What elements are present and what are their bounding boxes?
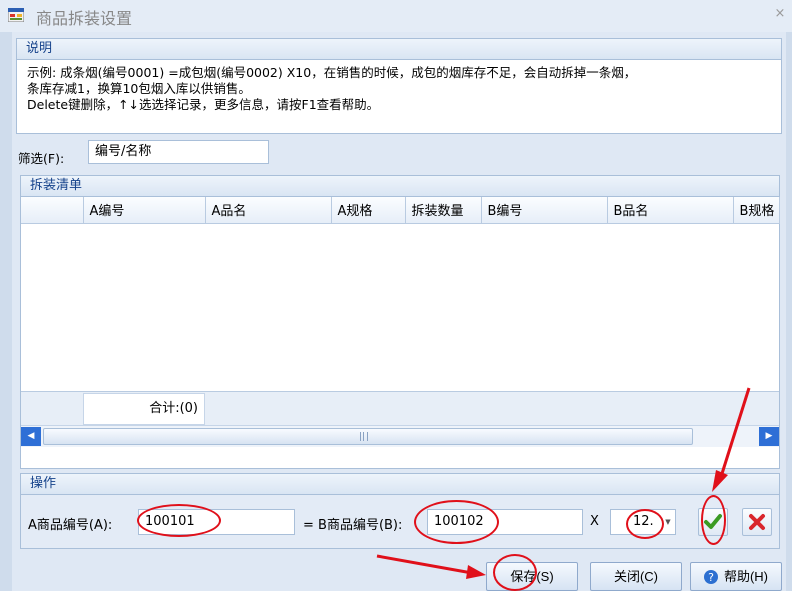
a-item-code-label: A商品编号(A): [28,518,113,533]
app-window-icon [8,8,24,22]
dialog-client-area: 说明 示例: 成条烟(编号0001) =成包烟(编号0002) X10，在销售的… [12,32,786,591]
scroll-left-icon[interactable]: ◀ [21,427,41,446]
window-title: 商品拆装设置 [36,9,133,28]
save-button[interactable]: 保存(S) [486,562,578,591]
quantity-value: 12. [633,514,654,529]
quantity-combobox[interactable]: 12. ▼ [610,509,676,535]
description-header: 说明 [17,39,781,60]
scroll-thumb[interactable] [43,428,693,445]
svg-text:?: ? [708,571,714,584]
summary-count: 合计:(0) [83,393,205,425]
list-panel: 拆装清单 A编号 A品名 A规格 拆装数量 B编号 B品名 B规格 合计:(0)… [20,175,780,469]
column-header-indicator[interactable] [21,197,84,224]
operation-header: 操作 [21,474,779,495]
multiply-label: X [590,514,599,529]
close-window-icon[interactable]: × [772,6,788,21]
dropdown-arrow-icon[interactable]: ▼ [662,511,674,533]
b-item-code-input[interactable]: 100102 [427,509,583,535]
list-table: A编号 A品名 A规格 拆装数量 B编号 B品名 B规格 [21,197,780,224]
title-bar: 商品拆装设置 × [0,0,792,32]
close-button[interactable]: 关闭(C) [590,562,682,591]
horizontal-scrollbar[interactable]: ◀ ▶ [21,425,779,447]
description-panel: 说明 示例: 成条烟(编号0001) =成包烟(编号0002) X10，在销售的… [16,38,782,134]
table-header-row: A编号 A品名 A规格 拆装数量 B编号 B品名 B规格 [21,197,780,224]
column-header[interactable]: B编号 [481,197,608,224]
column-header[interactable]: A编号 [83,197,206,224]
checkmark-icon [704,514,722,529]
red-x-icon [749,514,765,530]
column-header[interactable]: 拆装数量 [405,197,482,224]
description-text: 示例: 成条烟(编号0001) =成包烟(编号0002) X10，在销售的时候，… [27,65,637,112]
b-item-code-label: = B商品编号(B): [303,518,403,533]
list-body[interactable] [21,224,779,391]
list-footer: 合计:(0) [21,391,779,425]
column-header[interactable]: B规格 [733,197,780,224]
column-header[interactable]: B品名 [607,197,734,224]
confirm-button[interactable] [698,508,728,536]
column-header[interactable]: A规格 [331,197,406,224]
grip-icon [360,432,368,441]
help-icon: ? [704,570,718,584]
filter-label: 筛选(F): [18,151,65,166]
column-header[interactable]: A品名 [205,197,332,224]
help-button-label: 帮助(H) [723,569,769,584]
filter-input[interactable]: 编号/名称 [88,140,269,164]
a-item-code-input[interactable]: 100101 [138,509,295,535]
scroll-right-icon[interactable]: ▶ [759,427,779,446]
cancel-edit-button[interactable] [742,508,772,536]
list-header: 拆装清单 [21,176,779,197]
help-button[interactable]: ? 帮助(H) [690,562,782,591]
